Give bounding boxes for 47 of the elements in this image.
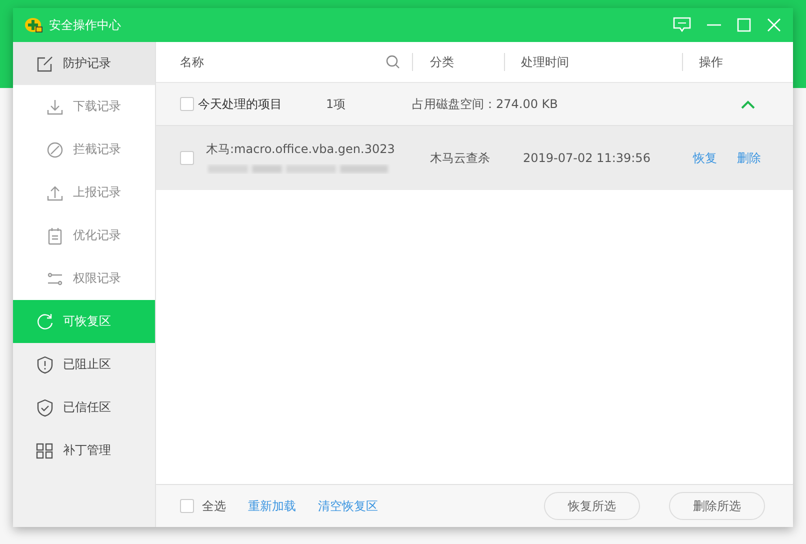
sidebar-item[interactable]: 已信任区 [13,386,155,429]
sidebar-item[interactable]: 已阻止区 [13,343,155,386]
edit-icon [36,54,54,72]
refresh-icon [36,312,54,330]
column-header: 处理时间 [521,54,569,70]
window-title: 安全操作中心 [49,16,121,34]
block-icon [46,140,64,158]
column-header: 名称 [180,54,204,70]
action-button[interactable]: 删除所选 [669,492,765,520]
footer-link[interactable]: 重新加载 [248,498,296,514]
sidebar-item[interactable]: 下载记录 [13,85,155,128]
sidebar-item[interactable]: 上报记录 [13,171,155,214]
category-cell-text: 木马云查杀 [430,150,491,166]
action-button[interactable]: 恢复所选 [544,492,640,520]
threat-name: 木马:macro.office.vba.gen.3023 [206,141,396,158]
action-link[interactable]: 恢复 [693,150,717,166]
table-row[interactable]: 木马:macro.office.vba.gen.3023 木马云查杀 2019-07-02 11:39:56 恢复 删除 [156,126,793,190]
column-header: 操作 [699,54,723,70]
disk-usage: 占用磁盘空间：274.00 KB [412,96,558,112]
chevron-icon[interactable] [741,100,755,108]
action-link[interactable]: 删除 [737,150,761,166]
time-cell-text: 2019-07-02 11:39:56 [523,151,652,165]
close-icon[interactable] [767,18,781,32]
sidebar-item[interactable]: 拦截记录 [13,128,155,171]
shield-check-icon [36,398,54,416]
search-icon[interactable] [386,55,400,69]
sidebar-item[interactable]: 优化记录 [13,214,155,257]
column-header: 分类 [430,54,454,70]
select-all-label[interactable]: 全选 [202,498,226,514]
feedback-icon[interactable] [673,17,691,33]
upload-icon [46,184,64,202]
note-icon [46,226,64,244]
sidebar-item[interactable]: 防护记录 [13,42,155,85]
grid-icon [36,442,54,460]
sidebar-item[interactable]: 补丁管理 [13,429,155,472]
sidebar-item[interactable]: 权限记录 [13,257,155,300]
checkbox[interactable] [180,499,194,513]
maximize-icon[interactable] [737,18,751,32]
group-title: 今天处理的项目 [198,96,283,112]
checkbox[interactable] [180,97,194,111]
footer-link[interactable]: 清空恢复区 [318,498,378,514]
item-count: 1项 [326,96,347,112]
download-icon [46,98,64,116]
shield-plus-icon [25,17,43,33]
checkbox[interactable] [180,151,194,165]
shield-alert-icon [36,356,54,374]
sidebar-item[interactable]: 可恢复区 [13,300,155,343]
